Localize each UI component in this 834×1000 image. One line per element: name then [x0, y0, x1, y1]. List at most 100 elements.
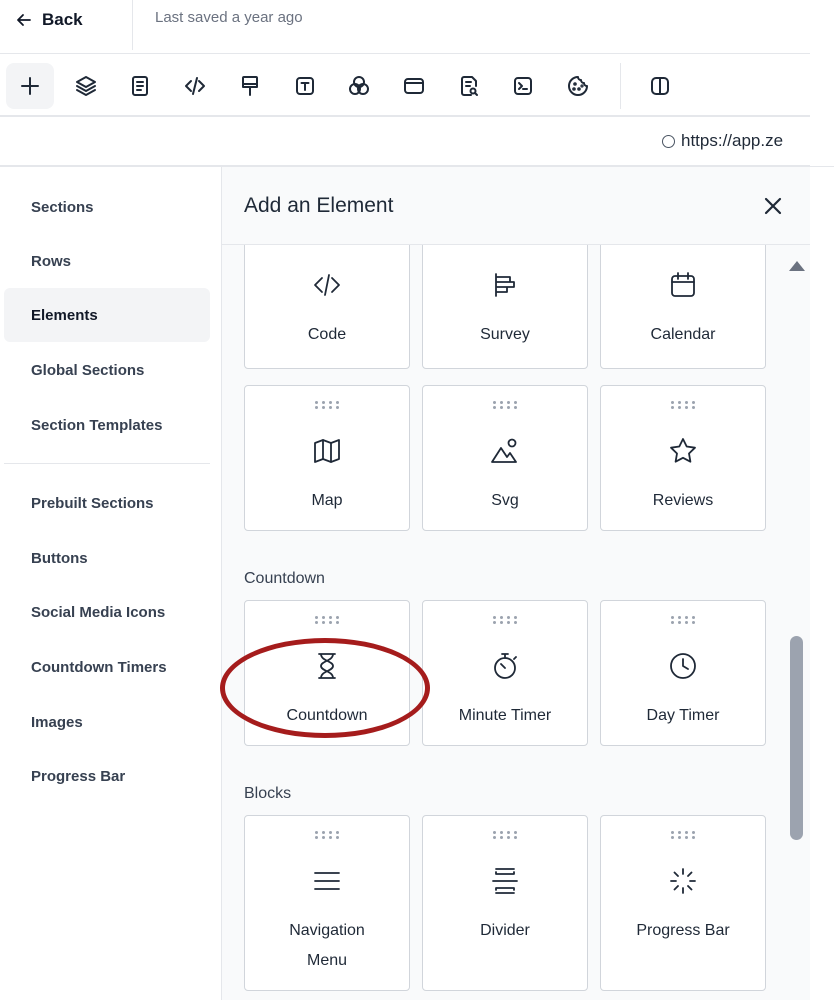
element-card-navigation-menu[interactable]: Navigation Menu	[244, 815, 410, 991]
stopwatch-icon	[490, 651, 520, 681]
loader-icon	[668, 866, 698, 896]
divider-icon	[490, 866, 520, 896]
drag-handle-icon[interactable]	[671, 401, 695, 409]
typography-button[interactable]	[281, 63, 329, 109]
element-card-reviews[interactable]: Reviews	[600, 385, 766, 531]
sidebar-item-label: Rows	[31, 252, 72, 270]
drag-handle-icon[interactable]	[315, 831, 339, 839]
sidebar-item-sections[interactable]: Sections	[4, 180, 210, 234]
element-card-label: Countdown	[286, 707, 368, 724]
close-icon	[764, 197, 782, 215]
circles-icon	[349, 76, 369, 95]
arrow-left-icon	[17, 14, 31, 26]
drag-handle-icon[interactable]	[671, 616, 695, 624]
code-button[interactable]	[171, 63, 219, 109]
group-label-blocks: Blocks	[244, 785, 292, 802]
panel-scrollbar[interactable]	[790, 636, 803, 840]
panel-header: Add an Element	[222, 167, 810, 245]
element-card-calendar[interactable]: Calendar	[600, 245, 766, 369]
top-bar: Back Last saved a year ago	[0, 0, 810, 54]
map-icon	[312, 436, 342, 466]
close-panel-button[interactable]	[762, 195, 786, 219]
styles-button[interactable]	[226, 63, 274, 109]
sidebar-item-label: Global Sections	[31, 361, 145, 379]
layers-button[interactable]	[62, 63, 110, 109]
toolbar-divider	[620, 63, 621, 109]
sidebar-item-label: Buttons	[31, 549, 88, 567]
page-icon	[132, 76, 148, 96]
pages-button[interactable]	[116, 63, 164, 109]
popup-button[interactable]	[390, 63, 438, 109]
element-card-survey[interactable]: Survey	[422, 245, 588, 369]
calendar-icon	[668, 270, 698, 300]
back-button[interactable]: Back	[16, 8, 83, 32]
sidebar-item-social-media-icons[interactable]: Social Media Icons	[4, 585, 210, 639]
split-view-button[interactable]	[636, 63, 684, 109]
hourglass-icon	[312, 651, 342, 681]
drag-handle-icon[interactable]	[493, 401, 517, 409]
add-element-button[interactable]	[6, 63, 54, 109]
split-view-icon	[651, 77, 669, 95]
panel-title: Add an Element	[244, 194, 394, 217]
element-card-label: Survey	[480, 326, 530, 343]
drag-handle-icon[interactable]	[315, 401, 339, 409]
sidebar-item-label: Elements	[31, 306, 98, 324]
sidebar: Sections Rows Elements Global Sections S…	[0, 167, 222, 1000]
toolbar	[0, 55, 810, 117]
element-card-label: Map	[311, 492, 343, 509]
sidebar-item-images[interactable]: Images	[4, 695, 210, 749]
element-card-svg[interactable]: Svg	[422, 385, 588, 531]
element-card-minute-timer[interactable]: Minute Timer	[422, 600, 588, 746]
sidebar-divider	[4, 463, 210, 464]
sidebar-item-label: Section Templates	[31, 416, 163, 434]
survey-icon	[490, 270, 520, 300]
element-card-label: Code	[307, 326, 347, 343]
elements-list[interactable]: Code Survey Calendar Map Svg Reviews Cou…	[222, 245, 810, 1000]
drag-handle-icon[interactable]	[671, 831, 695, 839]
sidebar-item-label: Prebuilt Sections	[31, 494, 154, 512]
sidebar-item-progress-bar[interactable]: Progress Bar	[4, 749, 210, 803]
terminal-icon	[514, 77, 532, 95]
last-saved-text: Last saved a year ago	[155, 9, 303, 26]
element-card-label: Navigation Menu	[289, 922, 365, 969]
element-card-progress-bar[interactable]: Progress Bar	[600, 815, 766, 991]
element-card-label: Progress Bar	[636, 922, 730, 939]
svg-icon	[490, 436, 520, 466]
element-card-day-timer[interactable]: Day Timer	[600, 600, 766, 746]
cookie-icon	[568, 76, 588, 96]
text-icon	[296, 77, 314, 95]
sidebar-item-label: Progress Bar	[31, 767, 126, 785]
preview-url-text: https://app.ze	[681, 131, 784, 150]
element-card-divider[interactable]: Divider	[422, 815, 588, 991]
code-icon	[312, 270, 342, 300]
drag-handle-icon[interactable]	[315, 616, 339, 624]
seo-button[interactable]	[445, 63, 493, 109]
element-card-countdown[interactable]: Countdown	[244, 600, 410, 746]
element-card-code[interactable]: Code	[244, 245, 410, 369]
sidebar-item-label: Social Media Icons	[31, 603, 166, 621]
back-label: Back	[42, 10, 83, 29]
element-card-label: Day Timer	[646, 707, 720, 724]
element-card-label: Calendar	[650, 326, 716, 343]
url-bar: https://app.ze	[0, 118, 810, 166]
sidebar-item-prebuilt-sections[interactable]: Prebuilt Sections	[4, 476, 210, 530]
plus-icon	[21, 77, 39, 95]
topbar-divider	[132, 0, 133, 50]
cookie-settings-button[interactable]	[554, 63, 602, 109]
scroll-up-arrow-icon[interactable]	[789, 261, 805, 271]
drag-handle-icon[interactable]	[493, 616, 517, 624]
drag-handle-icon[interactable]	[493, 831, 517, 839]
sidebar-item-global-sections[interactable]: Global Sections	[4, 343, 210, 397]
sidebar-item-countdown-timers[interactable]: Countdown Timers	[4, 640, 210, 694]
sidebar-item-section-templates[interactable]: Section Templates	[4, 398, 210, 452]
window-icon	[404, 78, 424, 94]
sidebar-item-elements[interactable]: Elements	[4, 288, 210, 342]
colors-button[interactable]	[335, 63, 383, 109]
sidebar-item-buttons[interactable]: Buttons	[4, 531, 210, 585]
code-icon	[185, 77, 205, 95]
sidebar-item-rows[interactable]: Rows	[4, 234, 210, 288]
element-card-label: Reviews	[652, 492, 714, 509]
tracking-code-button[interactable]	[499, 63, 547, 109]
preview-url[interactable]: https://app.ze	[662, 131, 783, 151]
element-card-map[interactable]: Map	[244, 385, 410, 531]
